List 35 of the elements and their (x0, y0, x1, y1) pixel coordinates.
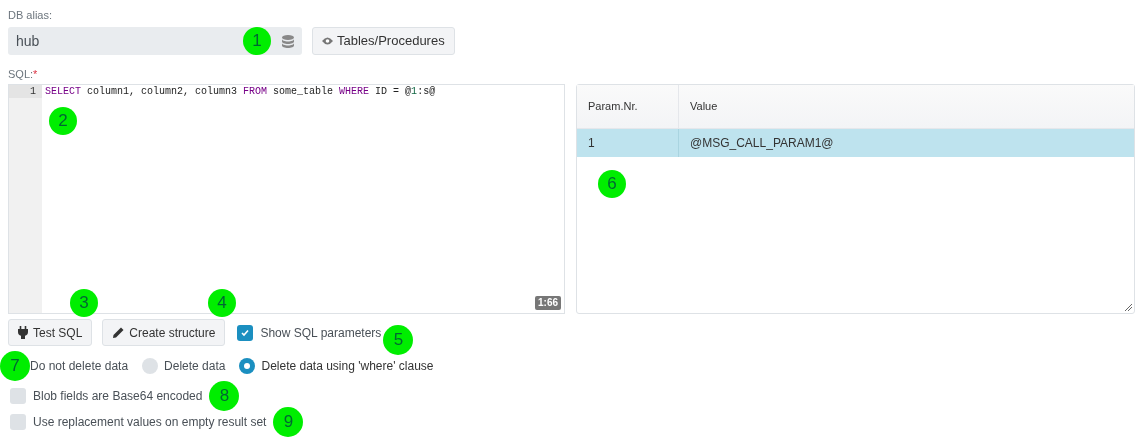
db-alias-label: DB alias: (8, 8, 53, 23)
checkbox[interactable] (237, 324, 254, 341)
table-cell: 1 (577, 129, 679, 157)
checkbox-label: Show SQL parameters (260, 324, 382, 342)
create-structure-button[interactable]: Create structure (102, 319, 226, 346)
resize-handle-icon[interactable] (1124, 303, 1132, 311)
checkbox-label: Blob fields are Base64 encoded (33, 388, 203, 405)
sql-label: SQL: (8, 67, 34, 82)
column-header[interactable]: Value (679, 85, 1134, 128)
checkbox[interactable] (10, 414, 26, 430)
radio-button[interactable] (142, 358, 159, 374)
annotation-marker: 7 (0, 351, 30, 381)
cursor-position-badge: 1:66 (535, 296, 561, 310)
plug-icon (18, 326, 28, 339)
table-row[interactable]: 1 @MSG_CALL_PARAM1@ (577, 129, 1134, 157)
line-number: 1 (9, 85, 42, 98)
radio-label: Delete data (164, 358, 226, 375)
tables-procedures-button[interactable]: Tables/Procedures (312, 27, 455, 55)
annotation-marker: 9 (273, 407, 304, 437)
table-cell-text: @MSG_CALL_PARAM1@ (689, 135, 835, 152)
check-icon (240, 327, 251, 338)
pencil-icon (112, 326, 125, 339)
radio-label: Do not delete data (30, 358, 129, 375)
checkbox[interactable] (10, 388, 26, 404)
radio-button[interactable] (239, 358, 256, 374)
annotation-marker: 5 (383, 324, 414, 355)
test-sql-button[interactable]: Test SQL (8, 319, 93, 346)
required-mark: * (33, 67, 38, 82)
eye-icon (322, 37, 333, 45)
database-icon (282, 34, 294, 48)
radio-label: Delete data using 'where' clause (261, 358, 434, 375)
sql-code: SELECT column1, column2, column3 FROM some_table WHERE ID = @1:s@ (44, 85, 436, 98)
annotation-marker: 8 (209, 381, 240, 411)
checkbox-label: Use replacement values on empty result set (33, 414, 267, 431)
column-header[interactable]: Param.Nr. (577, 85, 679, 128)
